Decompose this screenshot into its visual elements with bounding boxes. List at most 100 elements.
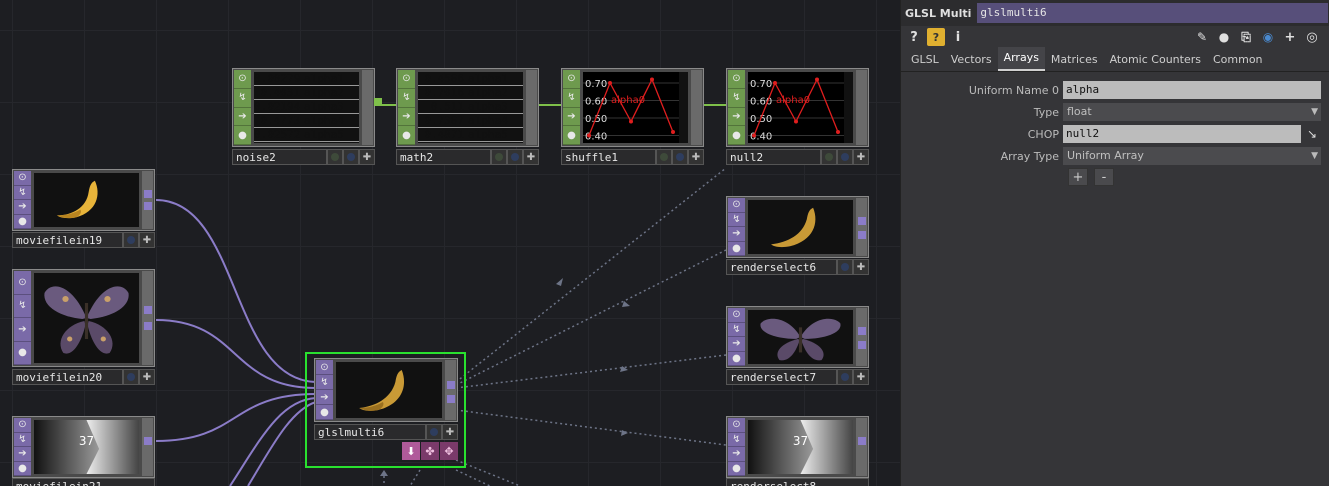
moviefilein19-viewer: [34, 173, 139, 227]
butterfly-image: [44, 286, 129, 354]
graph-point: [608, 81, 612, 85]
graph-point: [794, 119, 798, 124]
remove-uniform-button[interactable]: -: [1094, 168, 1114, 186]
graph-point: [671, 130, 675, 134]
shuffle1-graph: 0.700.600.500.40alpha0: [583, 72, 679, 143]
ramp-label: 37: [792, 433, 809, 448]
node-renderselect7[interactable]: ⊙ ↯ ➔ ● renderselect7 ✚: [726, 306, 869, 385]
graph-point: [773, 81, 777, 85]
node-noise2[interactable]: ⊙ ↯ ➔ ● 0.08279 alpha1 0.4031 alpha2 0.02194 a…: [232, 68, 382, 165]
chop-field[interactable]: null2: [1063, 125, 1301, 143]
info-icon[interactable]: i: [949, 28, 967, 46]
add-uniform-button[interactable]: +: [1068, 168, 1088, 186]
pointer-arrow-icon[interactable]: ↘: [1303, 125, 1321, 143]
shuffle1-viewer: 0.70 0.60 0.50 0.40 alpha0: [583, 72, 688, 143]
graph-tick-label: 0.50: [750, 114, 772, 125]
pin-alt-icon[interactable]: ✥: [440, 442, 458, 460]
moviefilein20-viewer: [34, 273, 139, 363]
wire-extra-1: [229, 397, 317, 486]
network-editor[interactable]: ⊙ ↯ ➔ ● 0.08279 alpha1 0.4031 alpha2 0.02194 a…: [0, 0, 900, 486]
uniform-name-label: Uniform Name 0: [968, 83, 1059, 97]
array-type-label: Array Type: [1000, 149, 1059, 163]
moviefilein21-name[interactable]: moviefilein21: [12, 478, 155, 486]
graph-point: [815, 77, 819, 82]
graph-channel-label: alpha0: [776, 95, 810, 106]
type-dropdown[interactable]: float ▼: [1063, 103, 1321, 121]
renderselect7-viewer: [748, 310, 853, 364]
renderselect7-name[interactable]: renderselect7: [726, 369, 837, 385]
array-type-dropdown[interactable]: Uniform Array ▼: [1063, 147, 1321, 165]
clone-icon[interactable]: ⎘: [1237, 28, 1255, 46]
wire-moviefilein20: [155, 319, 317, 389]
panel-header: GLSL Multi glslmulti6: [901, 0, 1329, 26]
param-array-type: Array Type Uniform Array ▼: [901, 146, 1329, 166]
graph-point: [587, 133, 591, 138]
pin-icon[interactable]: ✤: [421, 442, 439, 460]
node-math2[interactable]: ⊙ ↯ ➔ ● 0.4586 alpha1 0.7016 alpha2 0.511 alph…: [396, 68, 539, 165]
operator-type: GLSL Multi: [905, 6, 972, 20]
graph-point: [752, 133, 756, 138]
null2-viewer: 0.70 0.60 0.50 0.40 alpha0: [748, 72, 853, 143]
moviefilein21-viewer: 37: [34, 420, 139, 474]
tab-glsl[interactable]: GLSL: [905, 49, 945, 71]
graph-tick-label: 0.70: [585, 79, 607, 90]
graph-tick-label: 0.50: [585, 114, 607, 125]
noise2-name[interactable]: noise2: [232, 149, 327, 165]
tab-arrays[interactable]: Arrays: [997, 47, 1045, 71]
noise2-output[interactable]: [374, 98, 382, 106]
python-icon[interactable]: ◉: [1259, 28, 1277, 46]
node-renderselect6[interactable]: ⊙ ↯ ➔ ● renderselect6 ✚: [726, 196, 869, 275]
chevron-down-icon: ▼: [1311, 107, 1318, 117]
node-null2[interactable]: ⊙ ↯ ➔ ● 0.70 0.60 0.50 0.40 alpha0 null2 ✚: [726, 68, 869, 165]
uniform-name-field[interactable]: alpha: [1063, 81, 1321, 99]
param-uniform-name: Uniform Name 0 alpha: [901, 80, 1329, 100]
node-moviefilein19[interactable]: ⊙ ↯ ➔ ● moviefilein19 ✚: [12, 169, 155, 248]
edit-icon[interactable]: ✎: [1193, 28, 1211, 46]
chevron-down-icon: ▼: [1311, 151, 1318, 161]
renderselect6-name[interactable]: renderselect6: [726, 259, 837, 275]
node-shuffle1[interactable]: ⊙ ↯ ➔ ● 0.70 0.60 0.50 0.40 alpha0 shuffle1 ✚: [561, 68, 704, 165]
type-label: Type: [1033, 105, 1059, 119]
banana-image: [57, 180, 98, 219]
node-glslmulti6[interactable]: ⊙ ↯ ➔ ● glslmulti6 ✚: [314, 358, 458, 440]
glslmulti6-viewer: [336, 362, 442, 418]
download-icon[interactable]: ⬇: [402, 442, 420, 460]
param-type: Type float ▼: [901, 102, 1329, 122]
renderselect8-name[interactable]: renderselect8: [726, 478, 869, 486]
shuffle1-name[interactable]: shuffle1: [561, 149, 656, 165]
operator-name-field[interactable]: glslmulti6: [977, 3, 1328, 23]
banana-image: [359, 370, 405, 411]
node-renderselect8[interactable]: ⊙↯➔● 37 renderselect8: [726, 416, 869, 486]
target-icon[interactable]: ◎: [1303, 28, 1321, 46]
help-icon[interactable]: ?: [905, 28, 923, 46]
graph-tick-label: 0.70: [750, 79, 772, 90]
graph-point: [836, 130, 840, 134]
null2-name[interactable]: null2: [726, 149, 821, 165]
math2-name[interactable]: math2: [396, 149, 491, 165]
chop-label: CHOP: [1027, 127, 1059, 141]
graph-point: [629, 119, 633, 124]
tab-vectors[interactable]: Vectors: [945, 49, 998, 71]
node-moviefilein20[interactable]: ⊙ ↯ ➔ ● moviefilein20 ✚: [12, 269, 155, 385]
graph-channel-label: alpha0: [611, 95, 645, 106]
moviefilein20-name[interactable]: moviefilein20: [12, 369, 123, 385]
panel-tabs: GLSL Vectors Arrays Matrices Atomic Coun…: [901, 47, 1329, 72]
parameter-panel: GLSL Multi glslmulti6 ? ? i ✎ ● ⎘ ◉ + ◎ …: [900, 0, 1329, 486]
tab-common[interactable]: Common: [1207, 49, 1269, 71]
moviefilein19-name[interactable]: moviefilein19: [12, 232, 123, 248]
noise2-viewer: 0.08279 alpha1 0.4031 alpha2 0.02194 alpha3…: [254, 72, 359, 143]
tab-atomic-counters[interactable]: Atomic Counters: [1104, 49, 1207, 71]
butterfly-image: [760, 318, 841, 361]
param-chop: CHOP null2 ↘: [901, 124, 1329, 144]
renderselect6-viewer: [748, 200, 853, 254]
wire-moviefilein21: [155, 393, 317, 442]
python-help-icon[interactable]: ?: [927, 28, 945, 46]
tab-matrices[interactable]: Matrices: [1045, 49, 1104, 71]
comment-icon[interactable]: ●: [1215, 28, 1233, 46]
panel-toolbar: ? ? i ✎ ● ⎘ ◉ + ◎: [901, 26, 1329, 48]
graph-point: [650, 77, 654, 82]
renderselect8-viewer: 37: [748, 420, 853, 474]
add-icon[interactable]: +: [1281, 28, 1299, 46]
node-moviefilein21[interactable]: ⊙↯➔● 37 moviefilein21: [12, 416, 155, 486]
glslmulti6-name[interactable]: glslmulti6: [314, 424, 426, 440]
